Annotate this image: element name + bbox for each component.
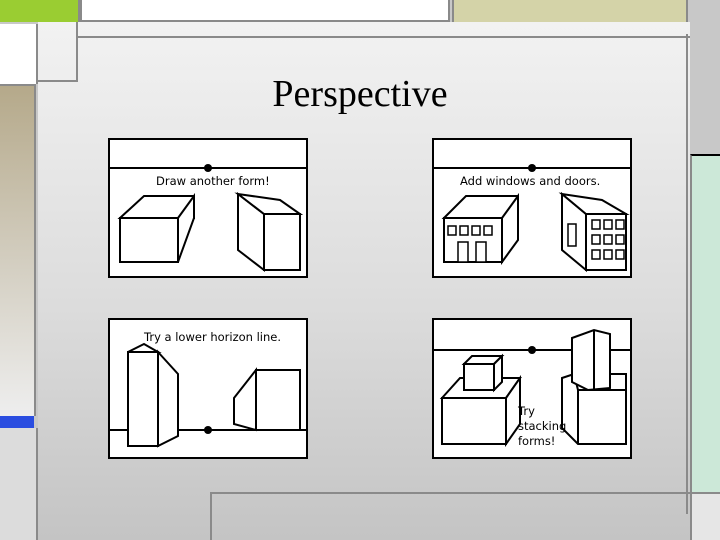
left-blue-bar — [0, 416, 34, 428]
panel-4-caption-line-3: forms! — [518, 434, 556, 448]
panel-lower-horizon: Try a lower horizon line. — [108, 318, 308, 459]
panel-stacking-forms: Try stacking forms! — [432, 318, 632, 459]
panel-2-drawing — [434, 164, 630, 273]
panel-1-caption: Draw another form! — [156, 174, 270, 188]
panel-4-caption-line-2: stacking — [518, 419, 567, 433]
left-tan-block — [0, 84, 36, 416]
panel-3-caption: Try a lower horizon line. — [144, 330, 281, 344]
slide-top-line — [78, 36, 690, 38]
panel-windows-doors: Add windows and doors. — [432, 138, 632, 278]
panel-1-drawing — [110, 164, 306, 273]
top-left-green-block — [0, 0, 80, 22]
top-white-strip — [80, 0, 450, 22]
panel-2-caption: Add windows and doors. — [460, 174, 601, 188]
slide-title: Perspective — [272, 73, 448, 115]
right-mint-block — [690, 154, 720, 492]
left-bottom-block — [0, 428, 38, 540]
panel-4-caption-line-1: Try — [518, 404, 535, 418]
panel-draw-another-form: Draw another form! — [108, 138, 308, 278]
slide-bottom-frame — [210, 492, 690, 540]
right-bottom-block — [690, 492, 720, 540]
